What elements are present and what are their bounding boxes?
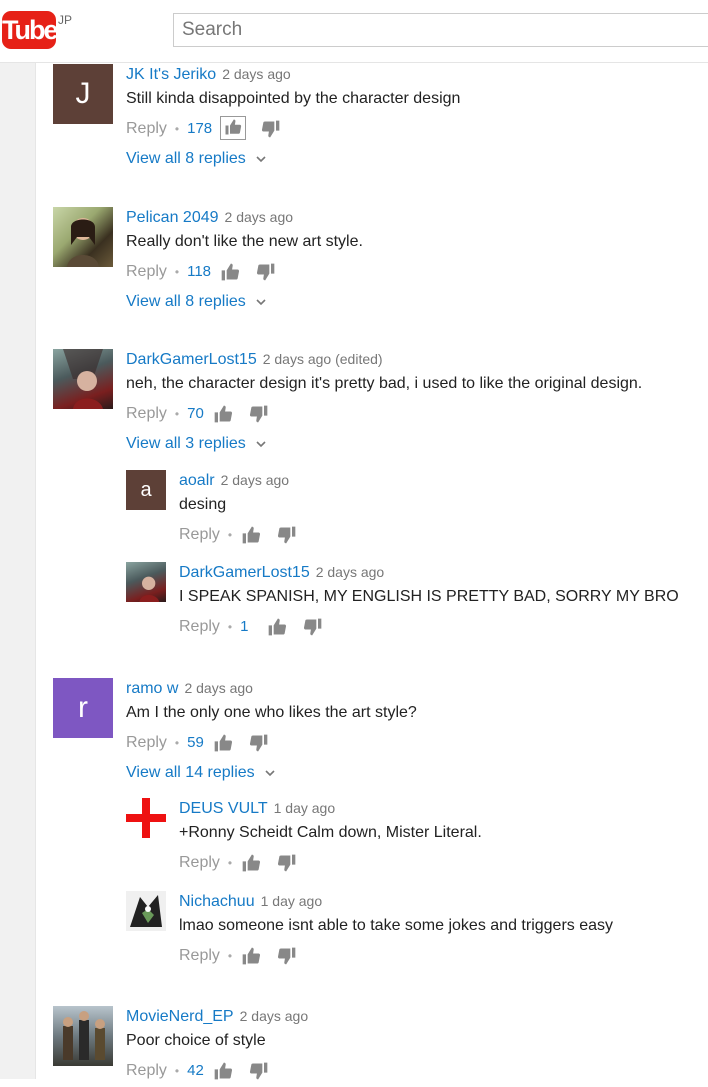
- thumbs-up-icon[interactable]: [212, 404, 234, 424]
- like-count: 70: [187, 405, 204, 422]
- masthead: Tube JP: [0, 0, 708, 63]
- comment-time[interactable]: 2 days ago: [184, 680, 253, 696]
- comment-time[interactable]: 2 days ago: [222, 66, 291, 82]
- youtube-logo[interactable]: Tube: [2, 11, 59, 49]
- reply-button[interactable]: Reply: [179, 946, 220, 966]
- thumbs-up-icon[interactable]: [240, 525, 262, 545]
- comment-text: Really don't like the new art style.: [126, 233, 363, 250]
- thumbs-down-icon[interactable]: [276, 853, 298, 873]
- view-replies-button[interactable]: View all 8 replies: [126, 292, 363, 312]
- comment-text: Poor choice of style: [126, 1032, 266, 1049]
- comment-text: Still kinda disappointed by the characte…: [126, 90, 461, 107]
- comment-author[interactable]: DEUS VULT: [179, 800, 268, 817]
- comment-text: I SPEAK SPANISH, MY ENGLISH IS PRETTY BA…: [179, 588, 679, 605]
- thumbs-down-icon[interactable]: [248, 733, 270, 753]
- like-count: 59: [187, 734, 204, 751]
- view-replies-button[interactable]: View all 8 replies: [126, 149, 460, 169]
- thumbs-down-icon[interactable]: [248, 1061, 270, 1081]
- search-input[interactable]: [173, 13, 708, 47]
- chevron-down-icon: [256, 441, 266, 448]
- avatar[interactable]: [126, 798, 166, 838]
- comment-time[interactable]: 2 days ago: [240, 1008, 309, 1024]
- reply-button[interactable]: Reply: [179, 525, 220, 545]
- thumbs-up-icon[interactable]: [219, 262, 241, 282]
- thumbs-up-icon[interactable]: [240, 946, 262, 966]
- chevron-down-icon: [256, 156, 266, 163]
- avatar[interactable]: J: [53, 64, 113, 124]
- thumbs-up-icon[interactable]: [266, 617, 288, 637]
- comment-time[interactable]: 1 day ago: [261, 893, 323, 909]
- comment-time[interactable]: 2 days ago (edited): [263, 351, 383, 367]
- thumbs-down-icon[interactable]: [255, 262, 277, 282]
- red-cross-icon: [126, 798, 166, 838]
- thumbs-down-icon[interactable]: [276, 525, 298, 545]
- like-count: 178: [187, 120, 213, 137]
- comment-author[interactable]: DarkGamerLost15: [126, 351, 257, 368]
- avatar[interactable]: [53, 1006, 113, 1066]
- comment-time[interactable]: 1 day ago: [274, 800, 336, 816]
- comment-time[interactable]: 2 days ago: [221, 472, 290, 488]
- avatar[interactable]: [126, 891, 166, 931]
- view-replies-button[interactable]: View all 3 replies: [126, 434, 642, 454]
- thumbs-down-icon[interactable]: [260, 119, 282, 139]
- thumbs-up-icon[interactable]: [212, 733, 234, 753]
- comment-text: Am I the only one who likes the art styl…: [126, 704, 417, 721]
- comment-author[interactable]: MovieNerd_EP: [126, 1008, 234, 1025]
- like-count: 118: [187, 263, 212, 280]
- avatar[interactable]: [126, 562, 166, 602]
- thumbs-down-icon[interactable]: [302, 617, 324, 637]
- reply-button[interactable]: Reply: [126, 404, 167, 424]
- comment-text: lmao someone isnt able to take some joke…: [179, 917, 614, 934]
- comment-author[interactable]: ramo w: [126, 680, 178, 697]
- comment-author[interactable]: JK It's Jeriko: [126, 66, 216, 83]
- left-gutter: [0, 62, 36, 1079]
- reply-button[interactable]: Reply: [126, 262, 167, 282]
- comment-text: neh, the character design it's pretty ba…: [126, 375, 643, 392]
- thumbs-up-icon[interactable]: [220, 116, 247, 140]
- avatar[interactable]: [53, 207, 113, 267]
- reply-button[interactable]: Reply: [126, 733, 167, 753]
- chevron-down-icon: [265, 770, 275, 777]
- comment-text: desing: [179, 496, 227, 513]
- thumbs-down-icon[interactable]: [276, 946, 298, 966]
- like-count: 42: [187, 1062, 204, 1079]
- avatar[interactable]: a: [126, 470, 166, 510]
- comment-text: +Ronny Scheidt Calm down, Mister Literal…: [179, 824, 482, 841]
- reply-button[interactable]: Reply: [179, 853, 220, 873]
- thumbs-down-icon[interactable]: [248, 404, 270, 424]
- comment-time[interactable]: 2 days ago: [225, 209, 294, 225]
- reply-button[interactable]: Reply: [126, 1061, 167, 1081]
- comment-author[interactable]: Pelican 2049: [126, 209, 219, 226]
- avatar[interactable]: r: [53, 678, 113, 738]
- thumbs-up-icon[interactable]: [212, 1061, 234, 1081]
- thumbs-up-icon[interactable]: [240, 853, 262, 873]
- view-replies-button[interactable]: View all 14 replies: [126, 763, 417, 783]
- comment-time[interactable]: 2 days ago: [316, 564, 385, 580]
- avatar[interactable]: [53, 349, 113, 409]
- region-label: JP: [58, 13, 73, 27]
- like-count: 1: [240, 618, 249, 635]
- comment-author[interactable]: aoalr: [179, 472, 215, 489]
- reply-button[interactable]: Reply: [179, 617, 220, 637]
- comment-author[interactable]: DarkGamerLost15: [179, 564, 310, 581]
- reply-button[interactable]: Reply: [126, 119, 167, 139]
- comment-author[interactable]: Nichachuu: [179, 893, 255, 910]
- chevron-down-icon: [256, 299, 266, 306]
